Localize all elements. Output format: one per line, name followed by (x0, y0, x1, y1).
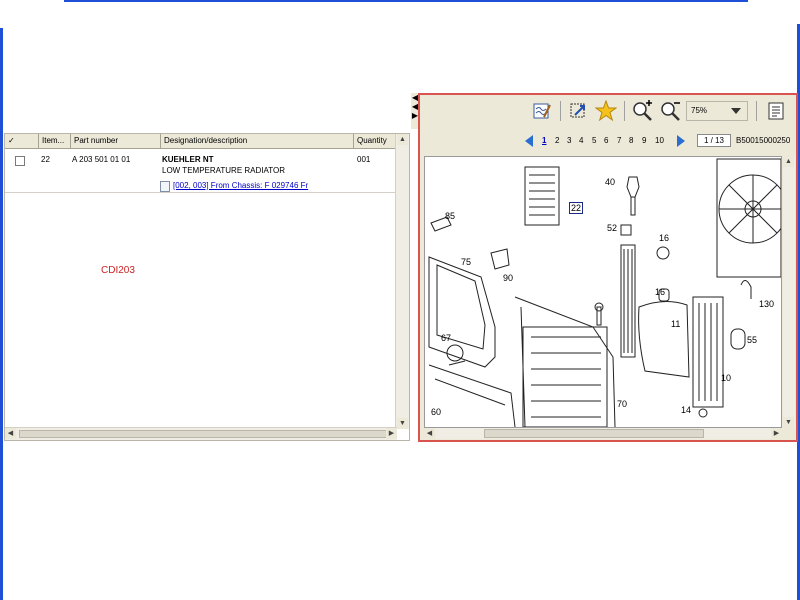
page-link-3[interactable]: 3 (567, 136, 571, 145)
radiator-exploded-drawing[interactable]: 22 40 85 52 16 75 90 16 11 130 67 55 10 … (424, 156, 782, 428)
column-header-quantity[interactable]: Quantity (354, 134, 397, 148)
part-number: A 203 501 01 01 (72, 155, 131, 164)
scroll-up-icon[interactable]: ▲ (783, 156, 794, 167)
callout-22[interactable]: 22 (569, 202, 584, 214)
callout-70[interactable]: 70 (617, 399, 627, 409)
callout-14[interactable]: 14 (681, 405, 691, 415)
row-checkbox[interactable] (15, 156, 25, 166)
scroll-up-icon[interactable]: ▲ (397, 134, 408, 145)
select-area-icon[interactable] (566, 99, 590, 123)
scroll-down-icon[interactable]: ▼ (397, 418, 408, 429)
parts-list-vertical-scrollbar[interactable]: ▲ ▼ (395, 134, 409, 429)
scroll-right-icon[interactable]: ▶ (386, 428, 397, 439)
chassis-note-link[interactable]: [002, 003] From Chassis: F 029746 Fr (173, 181, 308, 190)
zoom-in-icon[interactable] (630, 99, 654, 123)
page-link-9[interactable]: 9 (642, 136, 646, 145)
toolbar-separator (560, 101, 561, 121)
zoom-select[interactable]: 75% (686, 101, 748, 121)
row-divider (5, 192, 397, 193)
callout-55[interactable]: 55 (747, 335, 757, 345)
page-link-10[interactable]: 10 (655, 136, 664, 145)
callout-16[interactable]: 16 (659, 233, 669, 243)
page-navigation: 1 2 3 4 5 6 7 8 9 10 1 / 13 B50015000250 (420, 132, 796, 150)
drawing-vertical-scrollbar[interactable]: ▲ ▼ (783, 156, 795, 428)
designation: KUEHLER NT (162, 155, 214, 164)
zoom-out-icon[interactable] (658, 99, 682, 123)
page-link-7[interactable]: 7 (617, 136, 621, 145)
page-link-1[interactable]: 1 (542, 136, 546, 145)
horizontal-scroll-thumb[interactable] (19, 430, 387, 438)
parts-list-header: ✓ Item... Part number Designation/descri… (5, 134, 397, 149)
previous-page-icon[interactable] (524, 134, 534, 148)
scroll-left-icon[interactable]: ◀ (5, 428, 16, 439)
page-view-icon[interactable] (764, 99, 788, 123)
column-header-part-number[interactable]: Part number (71, 134, 161, 148)
horizontal-scroll-thumb[interactable] (484, 429, 704, 438)
callout-11[interactable]: 11 (671, 319, 680, 329)
scroll-right-icon[interactable]: ▶ (771, 428, 782, 439)
page-link-8[interactable]: 8 (629, 136, 633, 145)
favorite-star-icon[interactable] (594, 99, 618, 123)
parts-illustration (428, 158, 781, 427)
next-page-icon[interactable] (676, 134, 686, 148)
column-header-designation[interactable]: Designation/description (161, 134, 354, 148)
zoom-value: 75% (691, 106, 708, 115)
scroll-left-icon[interactable]: ◀ (424, 428, 435, 439)
edit-note-icon[interactable] (530, 99, 554, 123)
document-icon (160, 181, 170, 192)
window-top-border (64, 0, 748, 2)
parts-list-pane: ✓ Item... Part number Designation/descri… (4, 133, 410, 441)
page-link-2[interactable]: 2 (555, 136, 559, 145)
toolbar-separator (624, 101, 625, 121)
parts-list-horizontal-scrollbar[interactable]: ◀ ▶ (5, 427, 397, 440)
column-header-item[interactable]: Item... (39, 134, 71, 148)
model-annotation: CDI203 (101, 265, 135, 276)
viewer-toolbar: 75% (420, 95, 796, 127)
chevron-down-icon[interactable] (731, 108, 741, 114)
callout-16-lower[interactable]: 16 (655, 287, 665, 297)
page-link-6[interactable]: 6 (604, 136, 608, 145)
callout-85[interactable]: 85 (445, 211, 455, 221)
callout-75[interactable]: 75 (461, 257, 471, 267)
description: LOW TEMPERATURE RADIATOR (162, 166, 285, 175)
callout-130[interactable]: 130 (759, 299, 774, 309)
drawing-horizontal-scrollbar[interactable]: ◀ ▶ (424, 428, 782, 439)
callout-10[interactable]: 10 (721, 373, 731, 383)
callout-90[interactable]: 90 (503, 273, 513, 283)
window-left-border (0, 28, 3, 600)
callout-40[interactable]: 40 (605, 177, 615, 187)
toolbar-separator (756, 101, 757, 121)
callout-60[interactable]: 60 (431, 407, 441, 417)
callout-67[interactable]: 67 (441, 333, 451, 343)
drawing-viewer: 75% 1 2 3 4 5 6 7 8 9 10 1 / 13 B5001500… (418, 93, 798, 442)
document-id: B50015000250 (736, 136, 791, 145)
scroll-down-icon[interactable]: ▼ (783, 417, 794, 428)
item-number: 22 (41, 155, 50, 164)
page-link-4[interactable]: 4 (579, 136, 583, 145)
page-indicator[interactable]: 1 / 13 (697, 134, 731, 147)
column-header-select[interactable]: ✓ (5, 134, 39, 148)
quantity: 001 (357, 155, 371, 164)
page-link-5[interactable]: 5 (592, 136, 596, 145)
callout-52[interactable]: 52 (607, 223, 617, 233)
